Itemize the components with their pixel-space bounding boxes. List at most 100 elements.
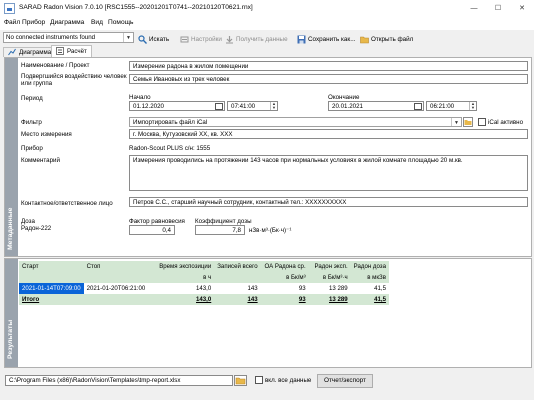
minimize-button[interactable]: — <box>462 0 486 17</box>
comment-field[interactable]: Измерения проводились на протяжении 143 … <box>129 155 528 191</box>
search-button[interactable]: Искать <box>138 33 169 45</box>
get-data-button[interactable]: Получить данные <box>225 33 288 45</box>
results-table: Старт Стоп Время экспозиции Записей всег… <box>19 261 389 305</box>
chevron-down-icon: ▼ <box>123 33 133 42</box>
report-export-button[interactable]: Отчет/экспорт <box>317 374 373 388</box>
calculator-icon <box>56 47 65 56</box>
menu-bar: Файл Прибор Диаграмма Вид Помощь <box>0 17 534 30</box>
table-cell[interactable]: 143 <box>214 283 260 294</box>
file-picker-icon[interactable] <box>463 117 473 127</box>
title-bar: SARAD Radon Vision 7.0.10 [RSC1555--2020… <box>0 0 534 17</box>
person-field[interactable]: Семья Ивановых из трех человек <box>129 74 528 84</box>
template-path-field[interactable]: C:\Program Files (x86)\RadonVision\Templ… <box>5 375 233 386</box>
column-unit <box>19 272 84 283</box>
metadata-side-strip: Метаданные <box>5 58 18 256</box>
save-as-button[interactable]: Сохранить как... <box>297 33 355 45</box>
table-cell[interactable]: 93 <box>261 283 309 294</box>
equilibrium-field[interactable]: 0,4 <box>129 225 175 235</box>
instrument-select[interactable]: No connected instruments found ▼ <box>3 32 134 43</box>
menu-view[interactable]: Вид <box>91 19 103 26</box>
column-header: Старт <box>19 261 84 272</box>
table-units-row: в ч в Бк/м³ в Бк/м³·ч в мкЗв <box>19 272 389 283</box>
table-cell: 143 <box>214 294 261 305</box>
comment-label: Комментарий <box>21 157 60 164</box>
end-date-field[interactable]: 20.01.2021 <box>328 101 424 111</box>
column-unit: в мкЗв <box>350 272 389 283</box>
chevron-down-icon: ▼ <box>451 118 461 126</box>
table-cell[interactable]: 41,5 <box>351 283 389 294</box>
column-unit <box>83 272 149 283</box>
location-field[interactable]: г. Москва, Кутузовский ХХ, кв. ХХХ <box>129 129 528 139</box>
metadata-panel: Метаданные Наименование / Проект Измерен… <box>4 57 532 257</box>
column-header: Радон доза <box>350 261 389 272</box>
start-time-field[interactable]: 07:41:00 ▲ ▼ <box>227 101 278 111</box>
tab-calculation[interactable]: Расчёт <box>51 45 92 57</box>
settings-icon <box>180 35 189 44</box>
menu-diagram[interactable]: Диаграмма <box>50 19 84 26</box>
dose-coefficient-unit: нЗв·м³·(Бк·ч)⁻¹ <box>249 227 292 234</box>
settings-button[interactable]: Настройки <box>180 33 222 45</box>
column-unit: в Бк/м³·ч <box>308 272 351 283</box>
column-header: Время экспозиции <box>148 261 215 272</box>
results-side-strip: Результаты <box>5 259 18 367</box>
device-value: Radon-Scout PLUS с/н: 1555 <box>129 145 211 152</box>
dose-label: Доза <box>21 218 35 225</box>
column-header: Записей всего <box>214 261 261 272</box>
calendar-icon[interactable] <box>215 103 223 110</box>
filter-select[interactable]: Импортировать файл iCal ▼ <box>129 117 462 127</box>
window-title: SARAD Radon Vision 7.0.10 [RSC1555--2020… <box>19 4 253 11</box>
table-cell[interactable]: 2021-01-20T06:21:00 <box>84 283 149 294</box>
device-label: Прибор <box>21 145 43 152</box>
table-cell[interactable]: 13 289 <box>309 283 351 294</box>
close-button[interactable]: ✕ <box>510 0 534 17</box>
location-label: Место измерения <box>21 131 72 138</box>
table-total-row: Итого 143,0 143 93 13 289 41,5 <box>19 294 389 305</box>
app-icon <box>4 3 15 14</box>
dose-model: Радон-222 <box>21 225 52 232</box>
person-label: Подвергшийся воздействию человек или гру… <box>21 73 127 87</box>
table-cell: 143,0 <box>148 294 215 305</box>
open-folder-icon <box>360 35 369 44</box>
column-header: Радон эксп. <box>308 261 351 272</box>
search-icon <box>138 34 147 44</box>
table-cell: Итого <box>19 294 84 305</box>
column-unit: в ч <box>148 272 215 283</box>
menu-device[interactable]: Прибор <box>22 19 45 26</box>
equilibrium-label: Фактор равновесия <box>129 218 185 225</box>
start-label: Начало <box>129 94 151 101</box>
time-spinner-icon[interactable]: ▲ ▼ <box>270 102 277 110</box>
table-header-row: Старт Стоп Время экспозиции Записей всег… <box>19 261 389 272</box>
calendar-icon[interactable] <box>414 103 422 110</box>
open-file-button[interactable]: Открыть файл <box>360 33 413 45</box>
table-row[interactable]: 2021-01-14T07:09:00 2021-01-20T06:21:00 … <box>19 283 389 294</box>
results-panel: Результаты Старт Стоп Время экспозиции З… <box>4 258 532 368</box>
maximize-button[interactable]: ☐ <box>486 0 510 17</box>
dose-coefficient-field[interactable]: 7,8 <box>195 225 245 235</box>
name-field[interactable]: Измерение радона в жилом помещении <box>129 61 528 71</box>
time-spinner-icon[interactable]: ▲ ▼ <box>469 102 476 110</box>
metadata-section-label: Метаданные <box>7 207 14 250</box>
table-cell[interactable]: 143,0 <box>148 283 214 294</box>
contact-field[interactable]: Петров С.С., старший научный сотрудник, … <box>129 197 528 207</box>
menu-help[interactable]: Помощь <box>108 19 133 26</box>
open-folder-icon[interactable] <box>234 375 247 386</box>
instrument-select-value: No connected instruments found <box>6 34 96 41</box>
table-cell: 13 289 <box>308 294 351 305</box>
include-all-label: вкл. все данные <box>265 377 312 384</box>
filter-label: Фильтр <box>21 119 42 126</box>
contact-label: Контактное/ответственное лицо <box>21 200 113 207</box>
include-all-checkbox[interactable] <box>255 376 263 384</box>
column-unit <box>214 272 261 283</box>
table-cell: 93 <box>260 294 309 305</box>
name-label: Наименование / Проект <box>21 62 90 69</box>
end-time-field[interactable]: 06:21:00 ▲ ▼ <box>426 101 477 111</box>
results-section-label: Результаты <box>7 319 14 359</box>
period-label: Период <box>21 95 43 102</box>
start-date-field[interactable]: 01.12.2020 <box>129 101 225 111</box>
ical-checkbox[interactable] <box>478 118 486 126</box>
tab-diagram[interactable]: Диаграмма <box>3 47 57 57</box>
menu-file[interactable]: Файл <box>4 19 20 26</box>
column-unit: в Бк/м³ <box>260 272 309 283</box>
end-label: Окончание <box>328 94 360 101</box>
table-cell[interactable]: 2021-01-14T07:09:00 <box>19 283 84 294</box>
